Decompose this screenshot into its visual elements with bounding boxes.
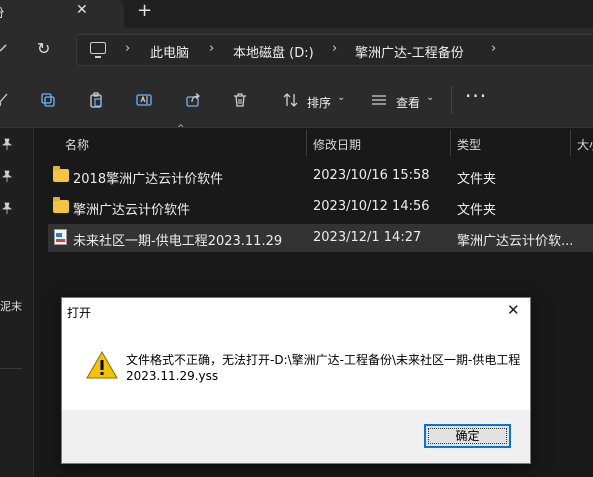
folder-icon [53, 166, 69, 182]
tab-close-icon[interactable]: ✕ [76, 2, 88, 18]
file-row-selected[interactable]: 未来社区一期-供电工程2023.11.29 2023/12/1 14:27 擎洲… [48, 224, 593, 252]
address-bar[interactable]: › 此电脑 › 本地磁盘 (D:) › 擎洲广达-工程备份 › [76, 34, 593, 66]
file-type: 擎洲广达云计价软... [457, 234, 574, 249]
breadcrumb-separator-icon: › [125, 41, 131, 56]
dialog-body: 文件格式不正确，无法打开-D:\擎洲广达-工程备份\未来社区一期-供电工程 20… [62, 326, 530, 410]
dialog-message: 文件格式不正确，无法打开-D:\擎洲广达-工程备份\未来社区一期-供电工程 20… [126, 352, 526, 384]
breadcrumb-local-disk[interactable]: 本地磁盘 (D:) [233, 42, 314, 61]
breadcrumb-separator-icon: › [209, 41, 215, 56]
dialog-title: 打开 [67, 306, 92, 320]
dialog-message-line: 2023.11.29.yss [126, 369, 219, 383]
breadcrumb-separator-icon: › [332, 41, 338, 56]
paste-icon[interactable] [88, 92, 104, 108]
navigation-bar: ↻ › 此电脑 › 本地磁盘 (D:) › 擎洲广达-工程备份 › [0, 28, 593, 72]
folder-icon [53, 197, 69, 213]
sort-ascending-icon: ^ [177, 124, 185, 134]
file-name: 擎洲广达云计价软件 [73, 203, 191, 218]
view-icon[interactable] [371, 92, 387, 108]
dialog-close-icon[interactable]: ✕ [507, 301, 520, 319]
more-options-icon[interactable]: ··· [465, 84, 487, 108]
copy-icon[interactable] [40, 92, 56, 108]
tab-title: 备份 [0, 4, 4, 21]
ok-button[interactable]: 确定 [424, 424, 511, 448]
pin-icon[interactable] [1, 138, 13, 153]
column-header-date[interactable]: 修改日期 [313, 136, 361, 153]
share-icon[interactable] [185, 92, 201, 108]
file-name: 2018擎洲广达云计价软件 [73, 172, 224, 187]
file-type: 文件夹 [457, 203, 497, 218]
file-row[interactable]: 2018擎洲广达云计价软件 2023/10/16 15:58 文件夹 [48, 162, 593, 190]
column-divider[interactable] [306, 130, 307, 156]
nav-item-label[interactable]: 泥末 [0, 298, 22, 314]
view-chevron-down-icon[interactable]: ⌄ [426, 92, 434, 103]
file-name: 未来社区一期-供电工程2023.11.29 [73, 234, 283, 249]
file-date: 2023/10/16 15:58 [313, 168, 430, 183]
sort-icon[interactable] [283, 92, 299, 108]
project-file-icon [54, 229, 67, 245]
column-divider[interactable] [570, 130, 571, 156]
column-header-row: 名称 修改日期 类型 大小 [48, 128, 593, 158]
new-tab-icon[interactable]: + [137, 0, 152, 21]
toolbar-divider [451, 86, 452, 114]
nav-divider [0, 368, 22, 369]
breadcrumb-backup-folder[interactable]: 擎洲广达-工程备份 [355, 42, 464, 61]
sort-chevron-down-icon[interactable]: ⌄ [337, 92, 345, 103]
file-date: 2023/10/12 14:56 [313, 199, 430, 214]
file-row[interactable]: 擎洲广达云计价软件 2023/10/12 14:56 文件夹 [48, 193, 593, 221]
delete-icon[interactable] [232, 92, 248, 108]
pin-icon[interactable] [1, 202, 13, 217]
file-date: 2023/12/1 14:27 [313, 230, 422, 245]
column-divider[interactable] [450, 130, 451, 156]
tab-active[interactable]: 备份 ✕ [0, 0, 124, 28]
warning-icon [86, 350, 118, 380]
column-header-type[interactable]: 类型 [457, 136, 481, 153]
cut-icon[interactable] [0, 92, 10, 108]
error-dialog: 打开 ✕ 文件格式不正确，无法打开-D:\擎洲广达-工程备份\未来社区一期-供电… [61, 297, 531, 464]
column-header-size[interactable]: 大小 [577, 136, 593, 153]
pin-icon[interactable] [1, 170, 13, 185]
navigation-pane: 泥末 [0, 128, 34, 477]
column-header-name[interactable]: 名称 [65, 136, 89, 153]
dialog-titlebar[interactable]: 打开 ✕ [62, 298, 530, 326]
breadcrumb-separator-icon[interactable]: › [491, 41, 496, 56]
rename-icon[interactable] [136, 92, 152, 108]
sort-button[interactable]: 排序 [307, 94, 331, 111]
computer-icon [90, 42, 106, 58]
view-button[interactable]: 查看 [396, 94, 420, 111]
command-toolbar: 排序 ⌄ 查看 ⌄ ··· [0, 72, 593, 128]
dialog-footer: 确定 [62, 410, 530, 463]
tab-bar: 备份 ✕ + [0, 0, 593, 28]
breadcrumb-this-pc[interactable]: 此电脑 [150, 42, 189, 61]
refresh-icon[interactable]: ↻ [37, 39, 50, 58]
dialog-message-line: 文件格式不正确，无法打开-D:\擎洲广达-工程备份\未来社区一期-供电工程 [126, 353, 521, 367]
up-arrow-icon[interactable] [0, 41, 8, 55]
file-type: 文件夹 [457, 172, 497, 187]
